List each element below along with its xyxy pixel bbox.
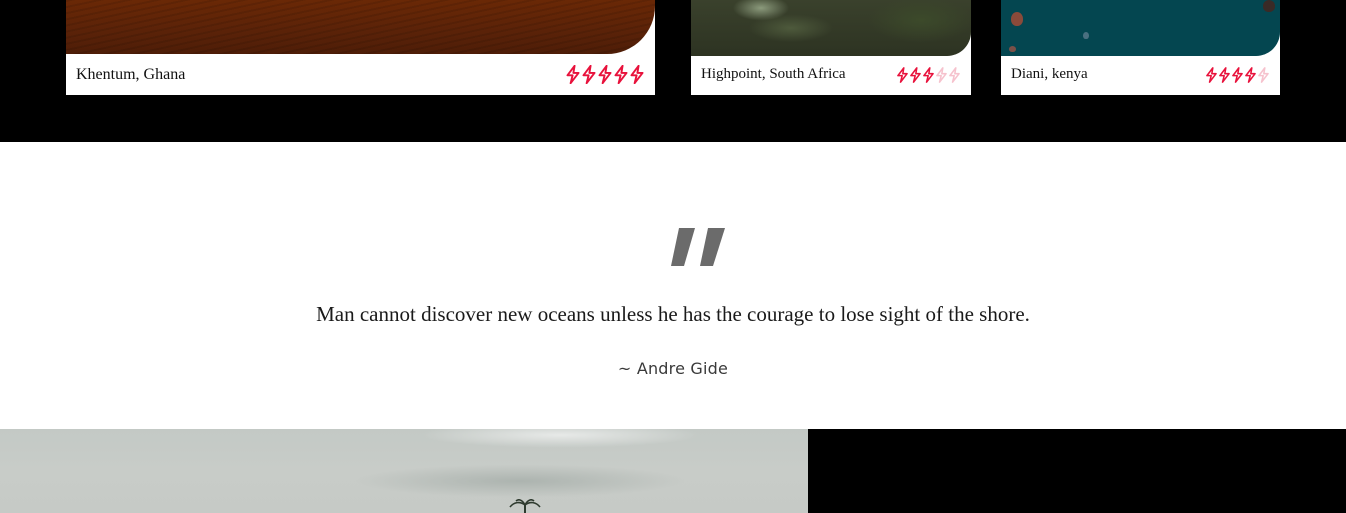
bolt-icon-filled (1232, 66, 1243, 83)
quote-section: Man cannot discover new oceans unless he… (0, 142, 1346, 429)
destination-photo (691, 0, 971, 56)
bolt-icon-filled (897, 66, 908, 83)
bolt-icon-empty (1258, 66, 1269, 83)
destination-caption: Diani, kenya (1001, 54, 1280, 95)
destination-card[interactable]: Khentum, Ghana (66, 0, 655, 95)
destination-name: Highpoint, South Africa (701, 66, 846, 82)
quote-text: Man cannot discover new oceans unless he… (316, 302, 1030, 326)
bolt-icon-filled (598, 65, 612, 84)
destination-name: Khentum, Ghana (76, 65, 186, 83)
balloon-icon (1011, 12, 1023, 26)
landscape-photo (0, 429, 808, 513)
destination-caption: Highpoint, South Africa (691, 54, 971, 95)
bolt-icon-empty (949, 66, 960, 83)
bolt-icon-filled (910, 66, 921, 83)
palm-tree-icon (509, 499, 541, 513)
rating (896, 66, 961, 83)
bolt-icon-empty (936, 66, 947, 83)
bolt-icon-filled (566, 65, 580, 84)
bolt-icon-filled (582, 65, 596, 84)
destination-photo (66, 0, 655, 54)
bolt-icon-filled (923, 66, 934, 83)
rating (565, 65, 645, 84)
balloon-icon (1083, 32, 1089, 39)
quote-icon-right-stroke (700, 228, 725, 266)
quote-author: ~ Andre Gide (617, 359, 729, 378)
destination-name: Diani, kenya (1011, 66, 1088, 82)
bolt-icon-filled (1206, 66, 1217, 83)
balloon-icon (1009, 46, 1016, 52)
rating (1205, 66, 1270, 83)
destination-card[interactable]: Diani, kenya (1001, 0, 1280, 95)
destination-card[interactable]: Highpoint, South Africa (691, 0, 971, 95)
quote-icon-left-stroke (671, 228, 695, 266)
quote-icon (671, 228, 725, 266)
destination-caption: Khentum, Ghana (66, 54, 655, 95)
bolt-icon-filled (614, 65, 628, 84)
bolt-icon-filled (630, 65, 644, 84)
bolt-icon-filled (1219, 66, 1230, 83)
bolt-icon-filled (1245, 66, 1256, 83)
balloon-icon (1263, 0, 1275, 12)
dark-panel (808, 429, 1346, 513)
destination-photo (1001, 0, 1280, 56)
